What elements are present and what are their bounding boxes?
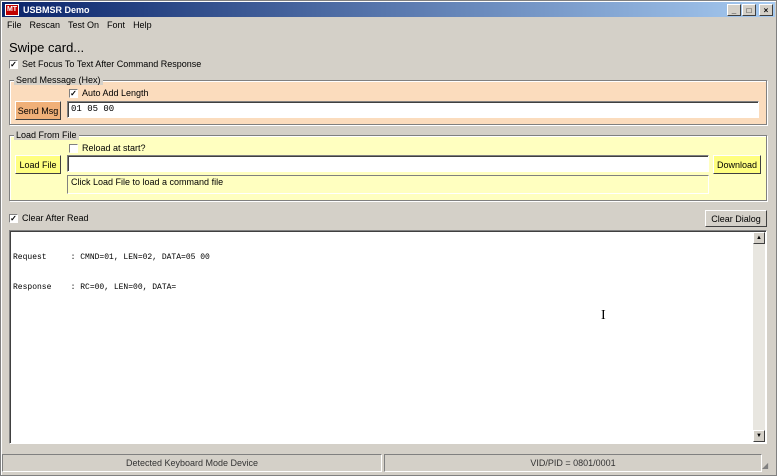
menu-test-on[interactable]: Test On: [64, 18, 103, 32]
load-from-file-legend: Load From File: [14, 130, 79, 140]
scroll-down-icon[interactable]: ▼: [753, 430, 765, 442]
app-logo-icon: MT: [5, 3, 19, 16]
send-msg-button[interactable]: Send Msg: [15, 101, 61, 120]
maximize-icon[interactable]: □: [742, 3, 756, 16]
menu-rescan[interactable]: Rescan: [26, 18, 65, 32]
response-output-area[interactable]: Request : CMND=01, LEN=02, DATA=05 00 Re…: [9, 230, 767, 444]
reload-at-start-option[interactable]: Reload at start?: [69, 143, 146, 153]
reload-at-start-checkbox[interactable]: [69, 143, 78, 153]
minimize-icon[interactable]: _: [727, 3, 741, 16]
vertical-scrollbar[interactable]: ▲ ▼: [753, 232, 765, 442]
swipe-status-heading: Swipe card...: [9, 40, 85, 55]
status-device-mode: Detected Keyboard Mode Device: [2, 454, 382, 472]
app-window: MT USBMSR Demo _ □ × File Rescan Test On…: [0, 0, 777, 476]
output-line-response: Response : RC=00, LEN=00, DATA=: [13, 283, 177, 292]
load-file-hint: Click Load File to load a command file: [67, 175, 709, 194]
set-focus-label: Set Focus To Text After Command Response: [22, 59, 202, 69]
reload-at-start-label: Reload at start?: [82, 143, 146, 153]
clear-after-read-label: Clear After Read: [22, 213, 89, 223]
clear-dialog-button[interactable]: Clear Dialog: [705, 210, 767, 227]
load-file-button[interactable]: Load File: [15, 155, 61, 174]
text-cursor-icon: I: [601, 308, 606, 323]
command-file-path-input[interactable]: [67, 155, 709, 172]
download-button[interactable]: Download: [713, 155, 761, 174]
clear-after-read-checkbox[interactable]: ✓: [9, 213, 18, 223]
menu-bar: File Rescan Test On Font Help: [3, 18, 156, 32]
title-bar[interactable]: MT USBMSR Demo _ □ ×: [2, 2, 775, 17]
window-title: USBMSR Demo: [23, 4, 90, 15]
send-message-legend: Send Message (Hex): [14, 75, 103, 85]
auto-add-length-option[interactable]: ✓ Auto Add Length: [69, 88, 149, 98]
set-focus-option[interactable]: ✓ Set Focus To Text After Command Respon…: [9, 59, 201, 69]
status-vid-pid: VID/PID = 0801/0001: [384, 454, 762, 472]
resize-grip-icon[interactable]: ◢: [762, 461, 774, 473]
hex-message-input[interactable]: 01 05 00: [67, 101, 759, 118]
clear-after-read-option[interactable]: ✓ Clear After Read: [9, 213, 89, 223]
menu-file[interactable]: File: [3, 18, 26, 32]
close-icon[interactable]: ×: [759, 3, 773, 16]
set-focus-checkbox[interactable]: ✓: [9, 59, 18, 69]
scroll-up-icon[interactable]: ▲: [753, 232, 765, 244]
menu-help[interactable]: Help: [129, 18, 156, 32]
auto-add-length-label: Auto Add Length: [82, 88, 149, 98]
auto-add-length-checkbox[interactable]: ✓: [69, 88, 78, 98]
status-bar: Detected Keyboard Mode Device VID/PID = …: [2, 454, 775, 474]
output-line-request: Request : CMND=01, LEN=02, DATA=05 00: [13, 253, 210, 262]
menu-font[interactable]: Font: [103, 18, 129, 32]
